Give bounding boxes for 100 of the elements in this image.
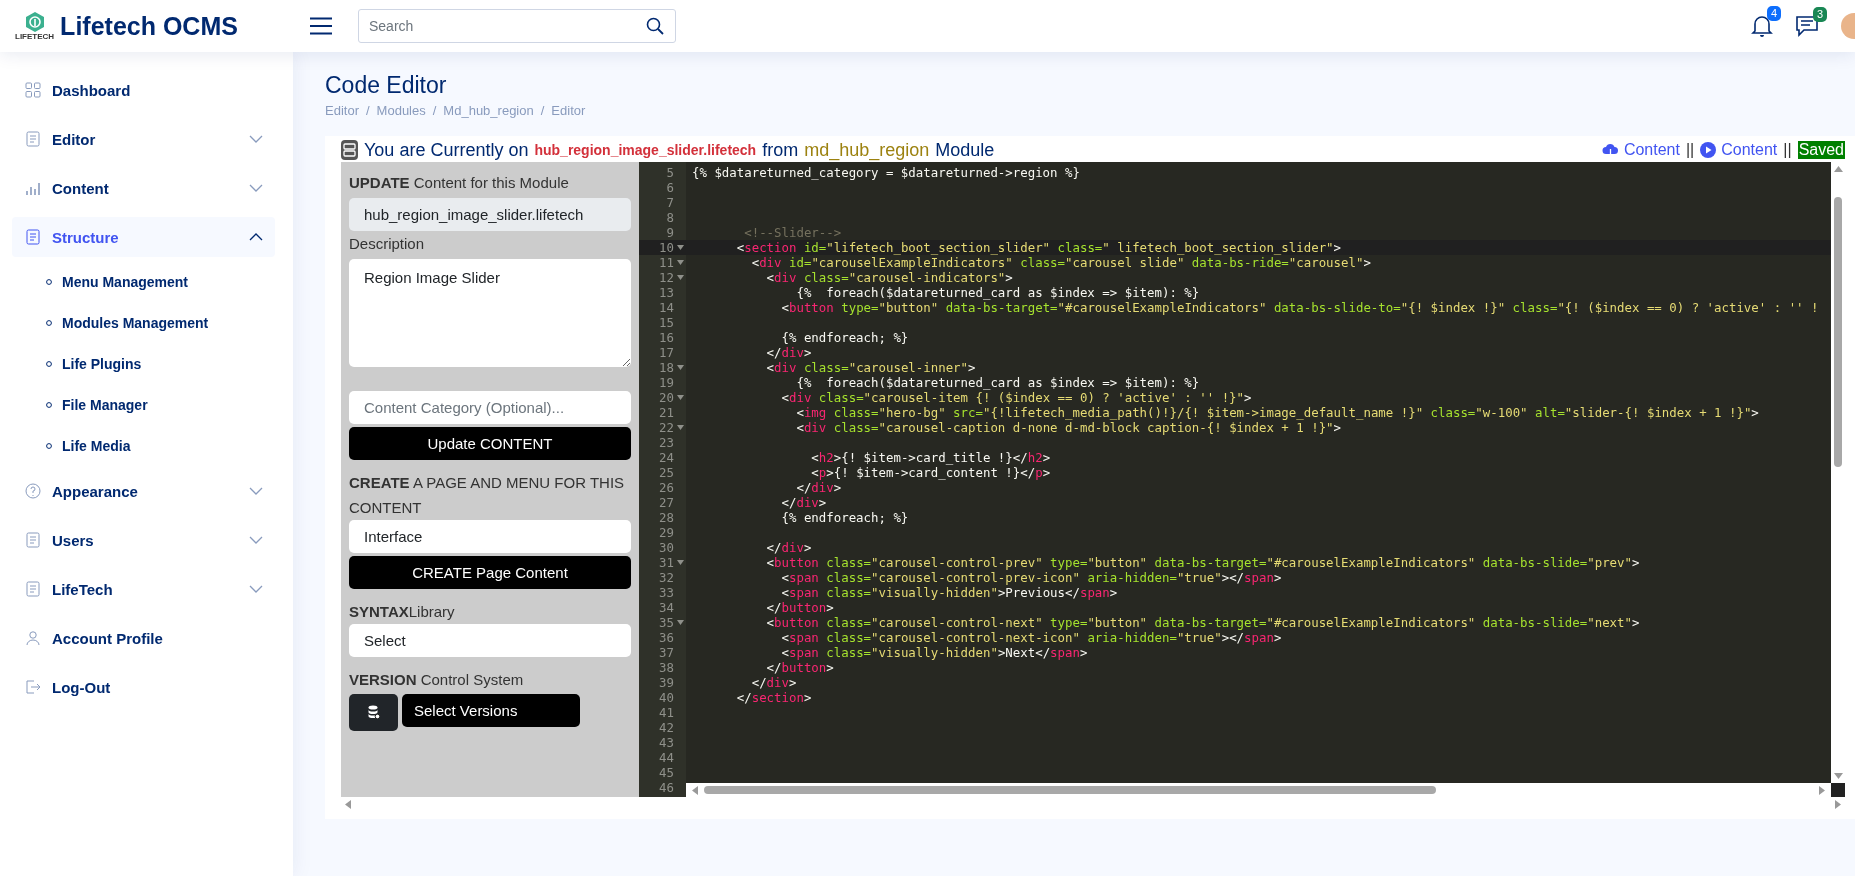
fold-icon[interactable] [676, 364, 684, 370]
database-button[interactable] [349, 693, 398, 731]
line-number: 39 [659, 674, 674, 690]
submenu-item[interactable]: Menu Management [12, 266, 275, 298]
code-line: <span class="visually-hidden">Previous</span> [780, 584, 1118, 600]
line-number: 9 [666, 224, 674, 240]
bullet-icon [46, 402, 52, 408]
submenu-item[interactable]: Life Plugins [12, 348, 275, 380]
fold-icon[interactable] [676, 619, 684, 625]
horizontal-scrollbar[interactable] [686, 783, 1831, 798]
breadcrumb-separator: / [540, 103, 545, 118]
run-content-link[interactable]: Content [1700, 141, 1778, 160]
brand-name[interactable]: Lifetech OCMS [60, 11, 238, 41]
code-line: <span class="visually-hidden">Next</span> [780, 644, 1088, 660]
code-line: </div> [765, 344, 812, 360]
submenu-item[interactable]: Life Media [12, 430, 275, 462]
scroll-left-icon[interactable] [692, 785, 698, 795]
logo-icon [23, 11, 46, 33]
version-select[interactable]: Select Versions [402, 693, 580, 727]
line-number: 16 [659, 329, 674, 345]
update-button[interactable]: Update CONTENT [349, 426, 631, 460]
document-icon [25, 229, 41, 245]
bullet-icon [46, 279, 52, 285]
line-number: 25 [659, 464, 674, 480]
code-line: </button> [765, 659, 834, 675]
code-line: {% foreach($datareturned_card as $index => $item): %} [795, 284, 1200, 300]
scroll-left-icon[interactable] [345, 799, 351, 809]
scroll-up-icon[interactable] [1833, 165, 1843, 172]
field-label: Description [349, 233, 425, 254]
page-name-field[interactable]: Interface [349, 519, 631, 553]
code-line: </div> [765, 539, 812, 555]
bullet-icon [46, 361, 52, 367]
sidebar-item[interactable]: Dashboard [12, 70, 275, 110]
search-field[interactable]: Search [358, 9, 676, 43]
sidebar-item[interactable]: Log-Out [12, 667, 275, 707]
line-number: 45 [659, 764, 674, 780]
database-icon [367, 705, 380, 720]
bell-icon[interactable] [1751, 14, 1773, 38]
line-number: 40 [659, 689, 674, 705]
line-number: 35 [659, 614, 674, 630]
code-editor[interactable] [639, 161, 1845, 798]
download-content-link[interactable]: Content [1601, 141, 1680, 160]
line-number: 33 [659, 584, 674, 600]
fold-icon[interactable] [676, 424, 684, 430]
line-number: 36 [659, 629, 674, 645]
search-icon[interactable] [646, 17, 664, 35]
logout-icon [25, 679, 41, 695]
syntax-select[interactable]: Select [349, 623, 631, 657]
description-field[interactable]: Region Image Slider [349, 258, 631, 367]
bullet-icon [46, 320, 52, 326]
fold-icon[interactable] [676, 394, 684, 400]
code-line: <div id="carouselExampleIndicators" class="carousel slide" data-bs-ride="carousel"> [750, 254, 1371, 270]
line-number: 38 [659, 659, 674, 675]
sidebar-item[interactable]: LifeTech [12, 569, 275, 609]
menu-icon[interactable] [310, 17, 332, 35]
chat-icon[interactable] [1795, 15, 1819, 37]
line-number: 42 [659, 719, 674, 735]
line-number: 21 [659, 404, 674, 420]
sidebar-item[interactable]: Appearance [12, 471, 275, 511]
person-icon [25, 630, 41, 646]
line-number: 28 [659, 509, 674, 525]
sidebar-item[interactable]: Content [12, 168, 275, 208]
fold-icon[interactable] [676, 244, 684, 250]
code-line: <button class="carousel-control-next" type="button" data-bs-target="#carouselExampleIndicators" data-bs-slide="next"> [765, 614, 1640, 630]
fold-icon[interactable] [676, 274, 684, 280]
fold-icon[interactable] [676, 259, 684, 265]
sidebar-item[interactable]: Users [12, 520, 275, 560]
line-number: 17 [659, 344, 674, 360]
code-line: <div class="carousel-indicators"> [765, 269, 1013, 285]
code-line: <div class="carousel-inner"> [765, 359, 976, 375]
section-label: CREATE A PAGE AND MENU FOR THIS CONTENT [349, 472, 626, 518]
section-label: VERSION Control System [349, 669, 524, 690]
line-number: 27 [659, 494, 674, 510]
breadcrumb-separator: / [365, 103, 370, 118]
count-badge: 4 [1766, 6, 1781, 21]
scrollbar-thumb[interactable] [1834, 196, 1842, 467]
line-number: 37 [659, 644, 674, 660]
scrollbar-thumb[interactable] [704, 786, 1436, 795]
sidebar-item[interactable]: Editor [12, 119, 275, 159]
line-number: 19 [659, 374, 674, 390]
category-field[interactable]: Content Category (Optional)... [349, 390, 631, 424]
fold-icon[interactable] [676, 559, 684, 565]
line-number: 14 [659, 299, 674, 315]
submenu-item[interactable]: Modules Management [12, 307, 275, 339]
code-line: </div> [780, 494, 827, 510]
file-name-field[interactable]: hub_region_image_slider.lifetech [349, 197, 631, 231]
sidebar-item[interactable]: Structure [12, 217, 275, 257]
module-name: md_hub_region [804, 140, 930, 161]
vertical-scrollbar[interactable] [1831, 161, 1845, 784]
code-line: <p>{! $item->card_content !}</p> [810, 464, 1051, 480]
create-button[interactable]: CREATE Page Content [349, 555, 631, 589]
scroll-down-icon[interactable] [1833, 773, 1843, 780]
page-title: Code Editor [325, 71, 448, 100]
sidebar-item[interactable]: Account Profile [12, 618, 275, 658]
location-text: You are Currently on [364, 140, 529, 161]
code-line: <h2>{! $item->card_title !}</h2> [810, 449, 1051, 465]
code-line: </div> [750, 674, 797, 690]
line-number: 34 [659, 599, 674, 615]
section-label: UPDATE Content for this Module [349, 172, 569, 193]
submenu-item[interactable]: File Manager [12, 389, 275, 421]
